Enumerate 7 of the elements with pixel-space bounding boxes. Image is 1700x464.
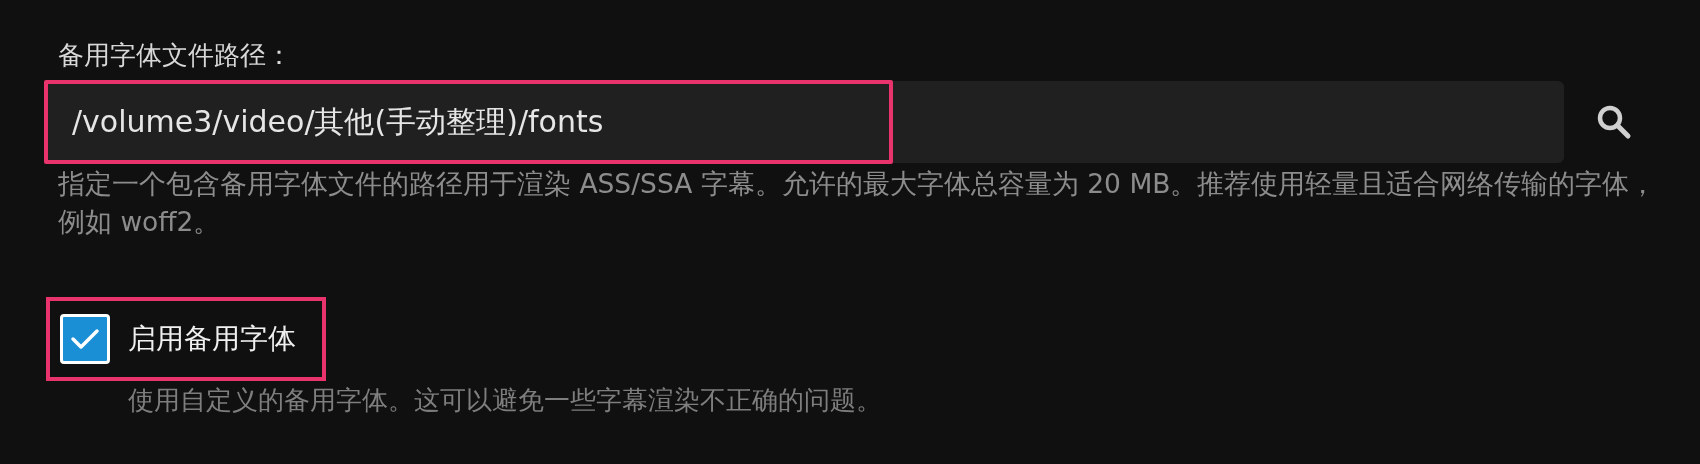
check-icon bbox=[70, 327, 100, 351]
checkbox-label[interactable]: 启用备用字体 bbox=[128, 320, 296, 358]
field-label: 备用字体文件路径： bbox=[58, 39, 292, 72]
help-text: 指定一个包含备用字体文件的路径用于渲染 ASS/SSA 字幕。允许的最大字体总容量为 20 MB。推荐使用轻量且适合网络传输的字体，例如 woff2。 bbox=[58, 167, 1658, 239]
checkbox[interactable] bbox=[60, 314, 110, 364]
checkbox-description: 使用自定义的备用字体。这可以避免一些字幕渲染不正确的问题。 bbox=[128, 384, 882, 417]
path-field[interactable]: /volume3/video/其他(手动整理)/fonts bbox=[47, 81, 1564, 163]
